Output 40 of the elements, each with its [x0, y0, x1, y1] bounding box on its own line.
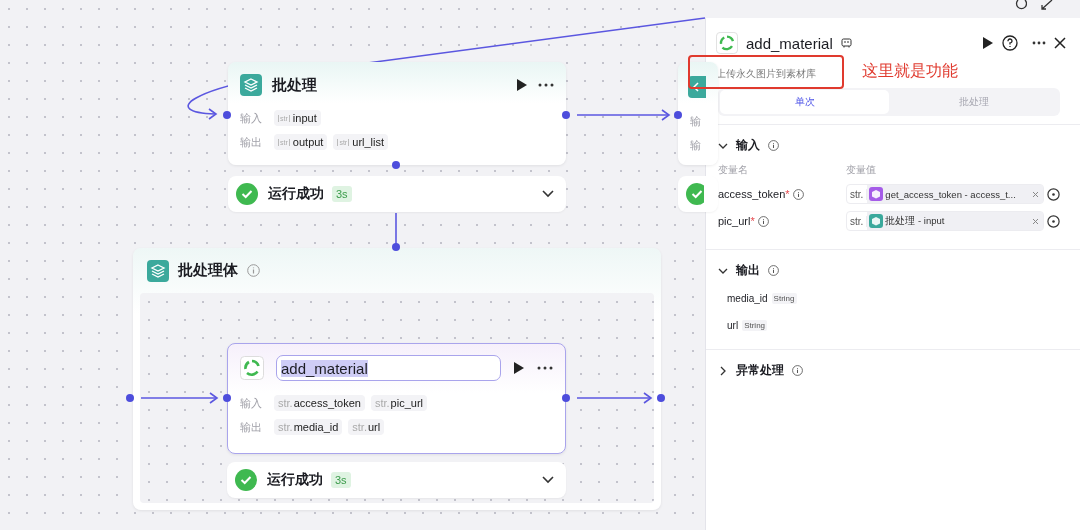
section-title: 输入	[736, 137, 760, 154]
status-text: 运行成功	[268, 185, 324, 203]
column-header: 变量值	[846, 163, 876, 177]
value-field[interactable]: str. get_access_token - access_t...	[846, 184, 1044, 204]
type-tag: String	[771, 293, 797, 304]
port-label: 输出	[240, 134, 263, 150]
status-text: 运行成功	[267, 471, 323, 489]
node-title: 批处理	[272, 75, 317, 95]
port-label: 输	[690, 114, 702, 129]
value-field[interactable]: str. 批处理 - input	[846, 211, 1044, 231]
title-field[interactable]: add_material	[276, 355, 501, 381]
output-name: media_id	[727, 293, 768, 304]
annotation-text: 这里就是功能	[862, 61, 958, 81]
port-label: 输	[690, 138, 702, 153]
variable-name: access_token	[718, 188, 786, 200]
port-label: 输入	[240, 395, 263, 411]
output-name: url	[727, 320, 739, 331]
group-title: 批处理体	[178, 261, 238, 280]
reference-value: get_access_token - access_t...	[885, 188, 1017, 200]
required-mark: *	[750, 215, 755, 227]
status-bar[interactable]: 运行成功 3s	[227, 462, 566, 498]
node-card[interactable]: add_material 输入 str.access_token str.pic_url 输出 str.media_id str.url	[227, 343, 566, 454]
variable-name: pic_url	[718, 215, 751, 227]
duration-badge: 3s	[332, 186, 352, 202]
panel-title: add_material	[746, 34, 833, 52]
status-bar[interactable]: 运行成功 3s	[228, 176, 566, 212]
variable-tag: str.access_token	[274, 395, 365, 411]
variable-tag: str.url	[348, 419, 385, 435]
variable-tag: str.pic_url	[370, 395, 427, 411]
port-label: 输入	[240, 110, 263, 126]
required-mark: *	[785, 188, 790, 200]
column-header: 变量名	[718, 163, 749, 177]
variable-tag: str.media_id	[274, 419, 343, 435]
reference-value: 批处理 - input	[885, 214, 946, 228]
port-label: 输出	[240, 419, 263, 435]
section-title: 异常处理	[736, 362, 784, 379]
mode-tab[interactable]: 单次	[720, 90, 889, 114]
section-title: 输出	[736, 262, 760, 279]
type-tag: String	[742, 320, 768, 331]
duration-badge: 3s	[331, 472, 351, 488]
